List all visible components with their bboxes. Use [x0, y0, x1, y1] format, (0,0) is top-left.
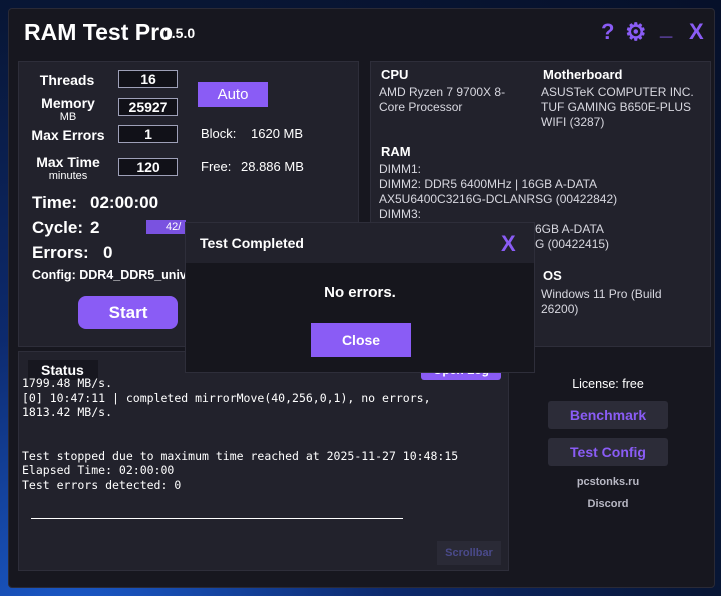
cycle-progress-bar: 42/: [146, 220, 186, 234]
cycle-label: Cycle:: [32, 218, 84, 237]
max-errors-input[interactable]: 1: [118, 125, 178, 143]
ram-line-4: DIMM3:: [379, 207, 421, 221]
test-completed-dialog: Test Completed X No errors. Close: [185, 222, 535, 373]
threads-label: Threads: [39, 72, 95, 88]
threads-input[interactable]: 16: [118, 70, 178, 88]
motherboard-line-2: TUF GAMING B650E-PLUS: [541, 100, 692, 114]
memory-label: Memory: [41, 95, 95, 111]
app-title: RAM Test Pro: [24, 19, 174, 45]
site-link[interactable]: pcstonks.ru: [548, 476, 668, 488]
motherboard-heading: Motherboard: [543, 67, 623, 82]
motherboard-line-1: ASUSTeK COMPUTER INC.: [541, 85, 694, 99]
free-value: 28.886 MB: [241, 159, 304, 174]
benchmark-button[interactable]: Benchmark: [548, 401, 668, 429]
cpu-heading: CPU: [381, 67, 409, 82]
memory-unit-label: MB: [59, 111, 77, 123]
config-name-label: Config: DDR4_DDR5_unive: [32, 268, 194, 282]
errors-value: 0: [103, 243, 113, 262]
time-value: 02:00:00: [90, 193, 159, 212]
time-label: Time:: [32, 193, 78, 212]
status-log: 1799.48 MB/s. [0] 10:47:11 | completed m…: [22, 376, 459, 492]
ram-line-2: DIMM2: DDR5 6400MHz | 16GB A-DATA: [379, 177, 598, 191]
title-bar: RAM Test Pro 1.5.0 ? ⚙ _ X: [9, 9, 714, 59]
discord-link[interactable]: Discord: [548, 498, 668, 510]
block-label: Block:: [201, 126, 237, 141]
license-label: License: free: [572, 377, 644, 391]
ram-line-1: DIMM1:: [379, 162, 421, 176]
dialog-message: No errors.: [324, 284, 396, 301]
app-version: 1.5.0: [164, 25, 196, 41]
auto-button[interactable]: Auto: [198, 82, 268, 107]
block-value: 1620 MB: [251, 126, 304, 141]
os-line-2: 26200): [541, 302, 579, 316]
gear-icon[interactable]: ⚙: [625, 18, 647, 47]
max-time-input[interactable]: 120: [118, 158, 178, 176]
max-errors-label: Max Errors: [31, 127, 105, 143]
os-heading: OS: [543, 268, 562, 283]
cycle-progress-text: 42/: [166, 221, 182, 233]
cpu-line-1: AMD Ryzen 7 9700X 8-: [379, 85, 506, 99]
log-divider: [31, 518, 403, 519]
ram-heading: RAM: [381, 144, 411, 159]
cpu-line-2: Core Processor: [379, 100, 463, 114]
dialog-title: Test Completed: [200, 235, 304, 251]
dialog-close-icon[interactable]: X: [501, 231, 516, 257]
close-icon[interactable]: X: [689, 19, 704, 45]
dialog-title-bar: Test Completed X: [186, 223, 534, 263]
free-label: Free:: [201, 159, 232, 174]
os-line-1: Windows 11 Pro (Build: [541, 287, 662, 301]
test-config-button[interactable]: Test Config: [548, 438, 668, 466]
scrollbar[interactable]: Scrollbar: [437, 541, 501, 565]
ram-line-5: 6GB A-DATA: [535, 222, 604, 236]
help-icon[interactable]: ?: [601, 19, 614, 45]
start-button[interactable]: Start: [78, 296, 178, 329]
max-time-unit-label: minutes: [48, 170, 88, 182]
errors-label: Errors:: [32, 243, 89, 262]
motherboard-line-3: WIFI (3287): [541, 115, 605, 129]
max-time-label: Max Time: [36, 154, 100, 170]
memory-input[interactable]: 25927: [118, 98, 178, 116]
cycle-value: 2: [90, 218, 100, 237]
dialog-close-button[interactable]: Close: [311, 323, 411, 357]
ram-line-6: G (00422415): [535, 237, 610, 251]
minimize-icon[interactable]: _: [660, 15, 672, 41]
ram-line-3: AX5U6400C3216G-DCLANRSG (00422842): [379, 192, 618, 206]
